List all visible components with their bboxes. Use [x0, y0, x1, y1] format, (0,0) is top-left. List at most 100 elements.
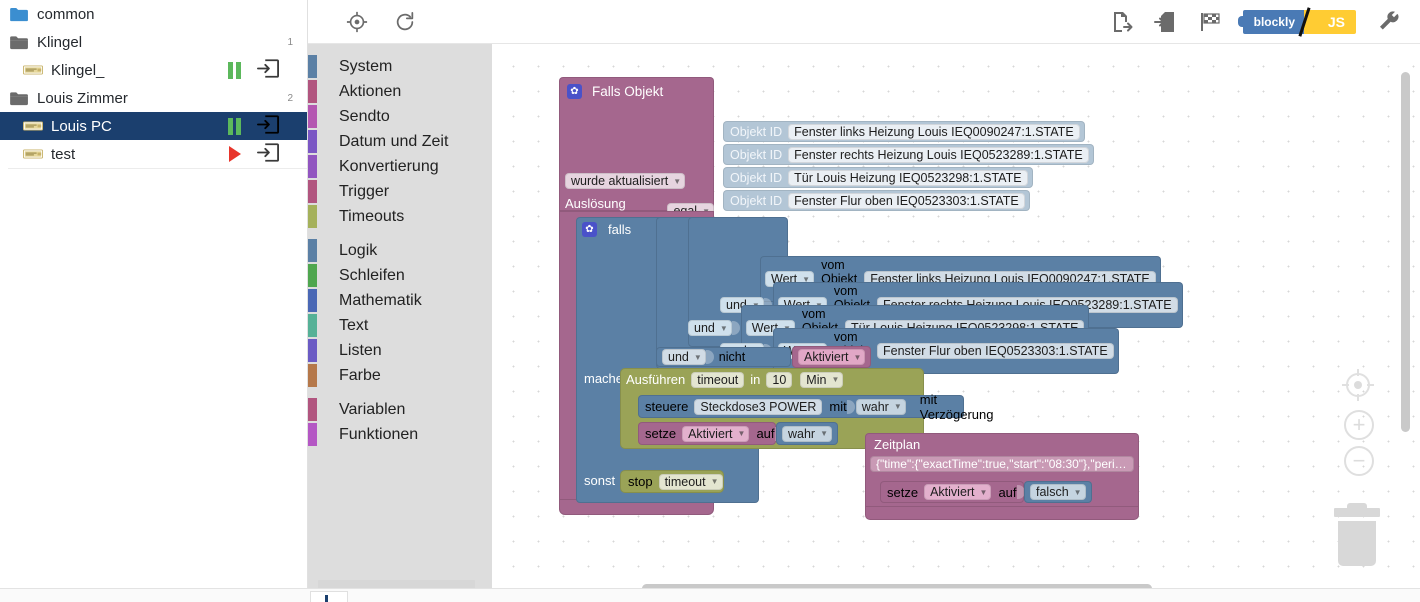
trigger-object-id-row[interactable]: Objekt ID Fenster Flur oben IEQ0523303:1.…: [714, 190, 1094, 211]
export-blocks-icon[interactable]: [1109, 9, 1135, 35]
blockly-canvas[interactable]: ✿ Falls Objekt wurde aktualisiert ▼ Auslö…: [492, 44, 1420, 602]
set-value-dropdown[interactable]: wahr ▼: [782, 425, 833, 442]
tree-item-klingel[interactable]: Klingel 1: [0, 28, 307, 56]
schedule-variable-dropdown[interactable]: Aktiviert ▼: [924, 484, 992, 500]
trigger-condition-dropdown[interactable]: wurde aktualisiert ▼: [565, 173, 686, 189]
object-id-label: Objekt ID: [730, 147, 783, 162]
object-id-block[interactable]: Objekt ID Fenster links Heizung Louis IEQ…: [723, 121, 1085, 142]
value-plug: [705, 348, 715, 366]
toolbox-category-timeouts[interactable]: Timeouts: [308, 204, 492, 229]
not-variable-chip[interactable]: Aktiviert ▼: [792, 346, 872, 368]
stop-timeout-dropdown[interactable]: timeout ▼: [658, 473, 723, 490]
toolbox-category-label: Mathematik: [339, 291, 422, 309]
toolbox-category-mathematik[interactable]: Mathematik: [308, 288, 492, 313]
schedule-set-block[interactable]: setze Aktiviert ▼ auf: [880, 481, 1025, 503]
toolbox-category-label: Schleifen: [339, 266, 405, 284]
schedule-cron-field[interactable]: {"time":{"exactTime":true,"start":"08:30…: [870, 456, 1134, 472]
trigger-object-id-row[interactable]: Objekt ID Tür Louis Heizung IEQ0523298:1.…: [714, 167, 1094, 188]
object-id-block[interactable]: Objekt ID Fenster rechts Heizung Louis IE…: [723, 144, 1094, 165]
zoom-in-button[interactable]: +: [1344, 410, 1374, 440]
wrench-icon[interactable]: [1376, 9, 1402, 35]
js-mode-label[interactable]: JS: [1304, 10, 1356, 34]
trigger-block-falls-objekt[interactable]: ✿ Falls Objekt wurde aktualisiert ▼ Auslö…: [559, 77, 714, 226]
schedule-value-dropdown[interactable]: falsch ▼: [1030, 484, 1086, 500]
blockly-mode-label[interactable]: blockly: [1237, 10, 1304, 34]
toolbox-category-datum-und-zeit[interactable]: Datum und Zeit: [308, 129, 492, 154]
object-id-block[interactable]: Objekt ID Tür Louis Heizung IEQ0523298:1.…: [723, 167, 1033, 188]
object-id-value[interactable]: Tür Louis Heizung IEQ0523298:1.STATE: [788, 169, 1028, 186]
object-id-value[interactable]: Fenster links Heizung Louis IEQ0090247:1…: [788, 123, 1080, 140]
do-label: mache: [584, 371, 624, 386]
control-object-id-field[interactable]: Steckdose3 POWER: [694, 398, 823, 415]
toolbox-category-color-swatch: [308, 130, 317, 153]
control-value-dropdown[interactable]: wahr ▼: [855, 398, 906, 415]
open-script-icon[interactable]: [257, 142, 279, 166]
timeout-name-field[interactable]: timeout: [691, 371, 745, 388]
open-script-icon[interactable]: [257, 58, 279, 82]
toolbox-category-label: Listen: [339, 341, 382, 359]
toolbox-category-label: Farbe: [339, 366, 381, 384]
toolbox-category-logik[interactable]: Logik: [308, 238, 492, 263]
play-icon[interactable]: [229, 146, 241, 162]
toolbox-category-system[interactable]: System: [308, 54, 492, 79]
toolbox-category-label: Funktionen: [339, 425, 419, 443]
control-block[interactable]: steuere Steckdose3 POWER mit wahr ▼ mit V…: [638, 392, 993, 422]
toolbox-category-text[interactable]: Text: [308, 313, 492, 338]
trigger-object-id-row[interactable]: Objekt ID Fenster rechts Heizung Louis IE…: [714, 144, 1094, 165]
tree-item-test[interactable]: test: [0, 140, 307, 168]
toolbox-category-schleifen[interactable]: Schleifen: [308, 263, 492, 288]
object-id-value[interactable]: Fenster Flur oben IEQ0523303:1.STATE: [788, 192, 1025, 209]
timeout-delay-field[interactable]: 10: [766, 371, 793, 388]
toolbox-category-label: Text: [339, 316, 369, 334]
tree-item-louis-zimmer[interactable]: Louis Zimmer 2: [0, 84, 307, 112]
canvas-vertical-scrollbar[interactable]: [1401, 72, 1410, 432]
control-delay-label: mit Verzögerung: [919, 391, 994, 422]
condition-object-id-field[interactable]: Fenster Flur oben IEQ0523303:1.STATE: [877, 343, 1114, 359]
toolbox-category-aktionen[interactable]: Aktionen: [308, 79, 492, 104]
pause-icon[interactable]: [228, 117, 241, 135]
toolbox-category-konvertierung[interactable]: Konvertierung: [308, 154, 492, 179]
set-variable-dropdown[interactable]: Aktiviert ▼: [682, 425, 750, 442]
workspace-row: System Aktionen Sendto Datum und Zeit Konver…: [308, 44, 1420, 602]
center-target-icon[interactable]: [1342, 369, 1374, 401]
toolbox-category-listen[interactable]: Listen: [308, 338, 492, 363]
object-id-block[interactable]: Objekt ID Fenster Flur oben IEQ0523303:1.…: [723, 190, 1030, 211]
reload-icon[interactable]: [392, 9, 418, 35]
toolbox-category-color-swatch: [308, 155, 317, 178]
toolbox-category-trigger[interactable]: Trigger: [308, 179, 492, 204]
tree-item-louis-pc[interactable]: Louis PC: [0, 112, 307, 140]
toolbox-category-farbe[interactable]: Farbe: [308, 363, 492, 388]
zoom-out-button[interactable]: −: [1344, 446, 1374, 476]
object-id-value[interactable]: Fenster rechts Heizung Louis IEQ0523289:…: [788, 146, 1089, 163]
block-gear-icon[interactable]: ✿: [567, 84, 582, 99]
bottom-tab-stub[interactable]: [310, 591, 348, 602]
toolbox-category-color-swatch: [308, 314, 317, 337]
tree-divider: [8, 168, 307, 169]
tree-item-common[interactable]: common: [0, 0, 307, 28]
outer-and-dropdown[interactable]: und ▼: [662, 349, 706, 365]
not-variable-dropdown[interactable]: Aktiviert ▼: [798, 349, 866, 365]
schedule-value-block[interactable]: falsch ▼: [1024, 481, 1092, 503]
checkered-flag-icon[interactable]: [1197, 9, 1223, 35]
value-plug: [714, 192, 723, 210]
not-condition-row[interactable]: und ▼ nicht: [656, 347, 791, 367]
timeout-unit-dropdown[interactable]: Min ▼: [800, 371, 844, 388]
blockly-js-toggle[interactable]: blockly JS: [1237, 7, 1356, 37]
center-target-icon[interactable]: [344, 9, 370, 35]
workspace-center-button[interactable]: [1342, 369, 1374, 401]
set-variable-block[interactable]: setze Aktiviert ▼ auf: [638, 422, 783, 445]
pause-icon[interactable]: [228, 61, 241, 79]
block-gear-icon[interactable]: ✿: [582, 222, 597, 237]
toolbox-category-funktionen[interactable]: Funktionen: [308, 422, 492, 447]
trash-icon[interactable]: [1334, 503, 1380, 566]
trigger-object-id-row[interactable]: Objekt ID Fenster links Heizung Louis IEQ…: [714, 121, 1094, 142]
import-blocks-icon[interactable]: [1153, 9, 1179, 35]
toolbox-category-label: Logik: [339, 241, 378, 259]
stop-timeout-block[interactable]: stop timeout ▼: [620, 470, 724, 493]
open-script-icon[interactable]: [257, 114, 279, 138]
schedule-title: Zeitplan: [874, 437, 921, 452]
toolbox-category-sendto[interactable]: Sendto: [308, 104, 492, 129]
tree-item-klingel[interactable]: Klingel_: [0, 56, 307, 84]
toolbox-category-variablen[interactable]: Variablen: [308, 397, 492, 422]
set-value-block[interactable]: wahr ▼: [776, 422, 839, 445]
